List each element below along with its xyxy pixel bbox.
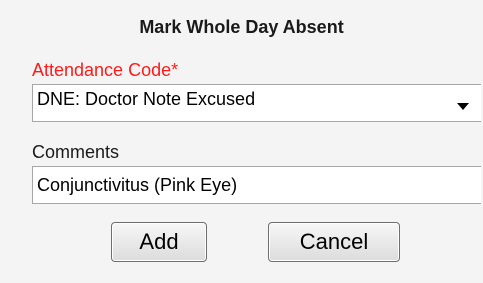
comments-label: Comments bbox=[32, 142, 120, 162]
comments-field[interactable] bbox=[32, 166, 481, 204]
dialog-title: Mark Whole Day Absent bbox=[139, 17, 344, 37]
add-button[interactable]: Add bbox=[111, 222, 207, 262]
attendance-code-label: Attendance Code* bbox=[32, 60, 179, 80]
dropdown-arrow-icon[interactable] bbox=[457, 103, 469, 110]
attendance-code-selected-value: DNE: Doctor Note Excused bbox=[37, 89, 256, 109]
mark-absent-dialog: Mark Whole Day Absent Attendance Code* D… bbox=[0, 0, 483, 283]
attendance-code-select[interactable]: DNE: Doctor Note Excused bbox=[32, 84, 481, 122]
cancel-button[interactable]: Cancel bbox=[268, 222, 400, 262]
